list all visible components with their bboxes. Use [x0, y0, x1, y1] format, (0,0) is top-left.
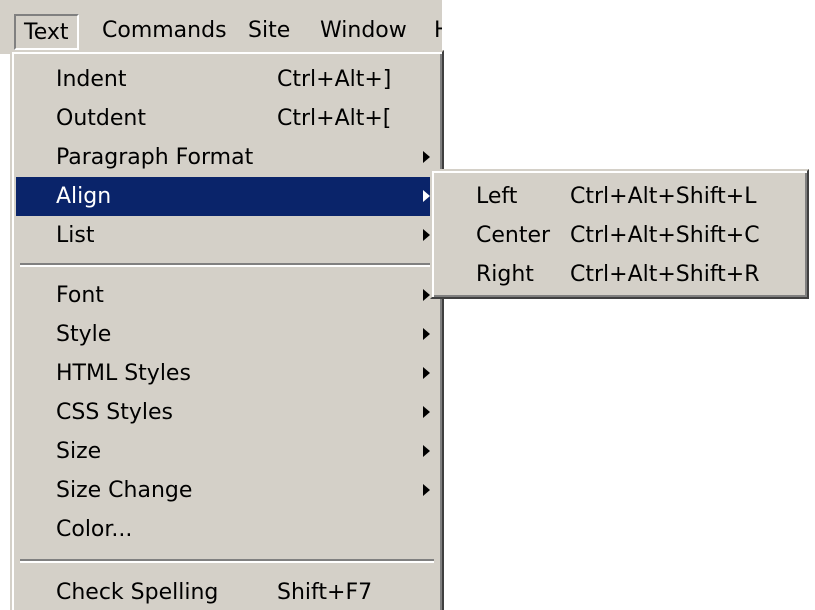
- menu-item-list[interactable]: List: [16, 216, 438, 255]
- menu-text[interactable]: Text: [14, 14, 79, 50]
- shortcut-label: Shift+F7: [277, 580, 373, 605]
- menu-separator: [20, 559, 434, 563]
- shortcut-label: Ctrl+Alt+Shift+C: [570, 223, 760, 248]
- menu-item-label: Paragraph Format: [56, 145, 254, 170]
- submenu-arrow-icon: [423, 406, 430, 418]
- menu-item-label: HTML Styles: [56, 361, 191, 386]
- menu-separator: [20, 263, 434, 267]
- menu-help[interactable]: H: [426, 14, 442, 50]
- menu-item-label: Check Spelling: [56, 580, 219, 605]
- app-screen: Text Commands Site Window H Indent Ctrl+…: [0, 0, 815, 610]
- shortcut-label: Ctrl+Alt+]: [277, 67, 392, 92]
- shortcut-label: Ctrl+Alt+Shift+L: [570, 184, 757, 209]
- submenu-item-right[interactable]: Right Ctrl+Alt+Shift+R: [436, 255, 803, 294]
- menu-item-size[interactable]: Size: [16, 432, 438, 471]
- submenu-arrow-icon: [423, 484, 430, 496]
- menu-bar: Text Commands Site Window H: [0, 0, 442, 54]
- menu-item-label: Outdent: [56, 106, 146, 131]
- menu-item-size-change[interactable]: Size Change: [16, 471, 438, 510]
- menu-item-label: Left: [476, 184, 518, 209]
- menu-window[interactable]: Window: [312, 14, 415, 50]
- menu-item-label: Size Change: [56, 478, 193, 503]
- menu-item-html-styles[interactable]: HTML Styles: [16, 354, 438, 393]
- submenu-arrow-icon: [423, 367, 430, 379]
- menu-item-css-styles[interactable]: CSS Styles: [16, 393, 438, 432]
- menu-item-check-spelling[interactable]: Check Spelling Shift+F7: [16, 573, 438, 610]
- submenu-item-center[interactable]: Center Ctrl+Alt+Shift+C: [436, 216, 803, 255]
- menu-item-label: Indent: [56, 67, 127, 92]
- submenu-arrow-icon: [423, 289, 430, 301]
- shortcut-label: Ctrl+Alt+[: [277, 106, 392, 131]
- menu-item-paragraph-format[interactable]: Paragraph Format: [16, 138, 438, 177]
- menu-item-label: Align: [56, 184, 112, 209]
- menu-item-label: List: [56, 223, 95, 248]
- menu-item-align[interactable]: Align: [16, 177, 438, 216]
- menu-commands[interactable]: Commands: [94, 14, 235, 50]
- submenu-arrow-icon: [423, 328, 430, 340]
- submenu-arrow-icon: [423, 445, 430, 457]
- menu-item-label: Color...: [56, 517, 133, 542]
- menu-item-style[interactable]: Style: [16, 315, 438, 354]
- menu-item-label: Center: [476, 223, 551, 248]
- submenu-item-left[interactable]: Left Ctrl+Alt+Shift+L: [436, 177, 803, 216]
- menu-item-label: Style: [56, 322, 112, 347]
- shortcut-label: Ctrl+Alt+Shift+R: [570, 262, 760, 287]
- submenu-arrow-icon: [423, 229, 430, 241]
- menu-site[interactable]: Site: [240, 14, 298, 50]
- submenu-arrow-icon: [423, 151, 430, 163]
- submenu-arrow-icon: [423, 190, 430, 202]
- menu-item-label: Right: [476, 262, 534, 287]
- menu-item-outdent[interactable]: Outdent Ctrl+Alt+[: [16, 99, 438, 138]
- text-menu-dropdown: Indent Ctrl+Alt+] Outdent Ctrl+Alt+[ Par…: [10, 50, 444, 610]
- menu-item-label: CSS Styles: [56, 400, 174, 425]
- align-submenu: Left Ctrl+Alt+Shift+L Center Ctrl+Alt+Sh…: [430, 169, 809, 299]
- menu-item-indent[interactable]: Indent Ctrl+Alt+]: [16, 60, 438, 99]
- menu-item-label: Font: [56, 283, 104, 308]
- menu-item-label: Size: [56, 439, 102, 464]
- menu-item-color[interactable]: Color...: [16, 510, 438, 549]
- menu-item-font[interactable]: Font: [16, 276, 438, 315]
